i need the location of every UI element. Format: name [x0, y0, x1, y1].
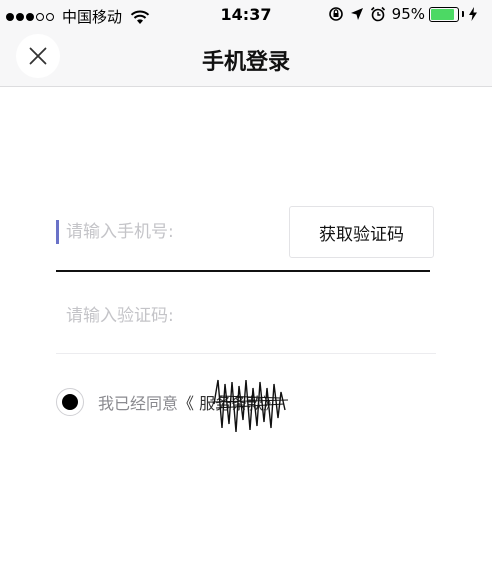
radio-checked-dot [62, 394, 78, 410]
phone-row: 获取验证码 [56, 206, 436, 272]
battery-icon [429, 6, 459, 22]
verification-code-input[interactable] [66, 300, 366, 332]
orientation-lock-icon [328, 7, 343, 21]
phone-input[interactable] [66, 216, 286, 248]
nav-bar: 手机登录 [0, 30, 492, 87]
charging-icon [469, 7, 477, 21]
alarm-icon [370, 6, 385, 22]
location-icon [350, 8, 363, 20]
battery-fill [431, 8, 454, 20]
battery-percentage: 95% [391, 5, 425, 23]
text-cursor [56, 220, 59, 244]
status-bar: 中国移动 14:37 95% [0, 0, 492, 30]
phone-underline [56, 270, 430, 272]
page-title: 手机登录 [201, 50, 290, 75]
get-code-button[interactable]: 获取验证码 [289, 206, 434, 258]
agreement-text: 我已经同意 [98, 394, 179, 413]
code-underline [56, 353, 436, 354]
redaction-scribble [211, 379, 289, 433]
code-row [56, 292, 436, 354]
agreement-radio[interactable] [56, 388, 84, 416]
battery-tip [462, 11, 464, 17]
status-right: 95% [328, 5, 484, 23]
